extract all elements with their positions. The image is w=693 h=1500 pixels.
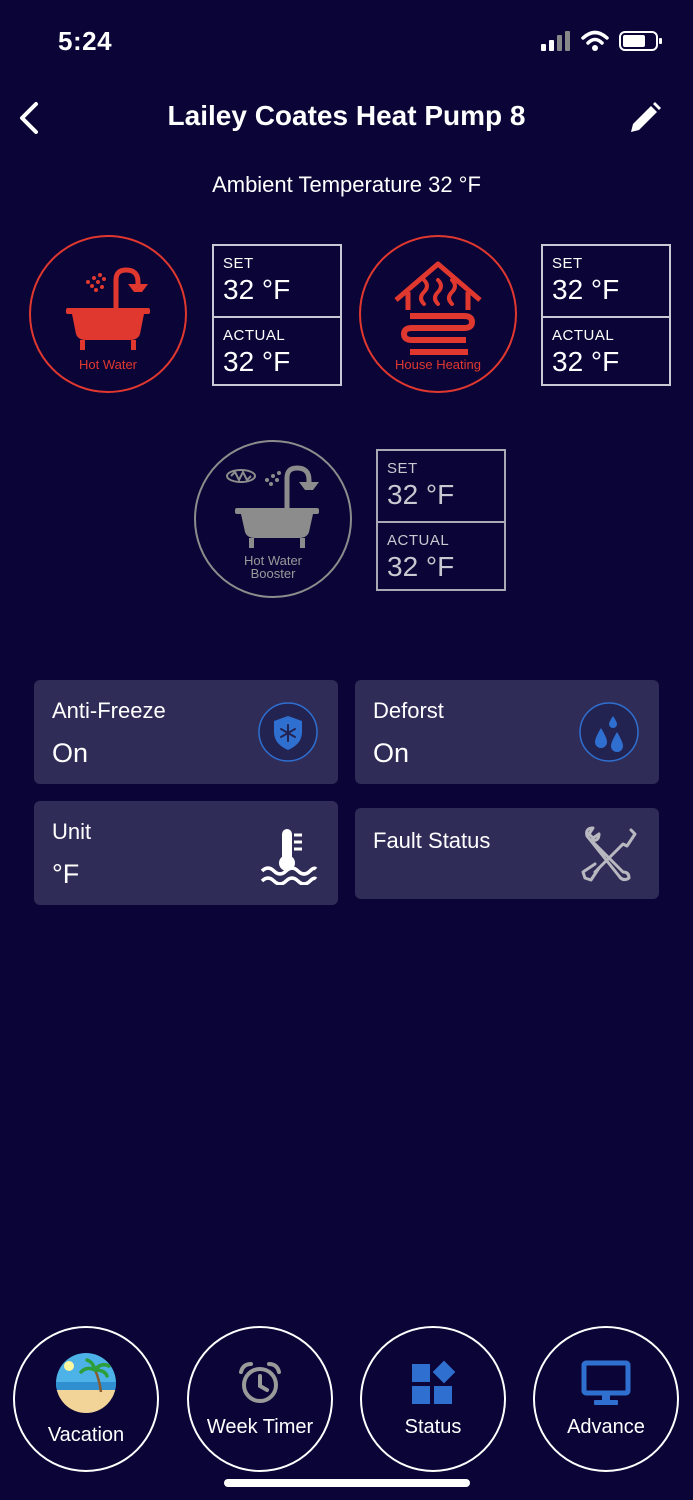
page-title: Lailey Coates Heat Pump 8 [167, 100, 526, 131]
bathtub-shower-icon [66, 266, 150, 350]
hot-water-temp-box: SET 32 °F ACTUAL 32 °F [212, 244, 342, 386]
house-heating-actual-value: 32 °F [552, 346, 620, 377]
house-heating-temp-box: SET 32 °F ACTUAL 32 °F [541, 244, 671, 386]
home-indicator[interactable] [224, 1479, 470, 1487]
vacation-label: Vacation [47, 1423, 125, 1446]
hot-water-booster-label-line2: Booster [250, 566, 296, 581]
wifi-icon [581, 30, 609, 51]
status-label: Status [404, 1415, 462, 1438]
hot-water-set-value: 32 °F [223, 274, 291, 305]
fault-status-card[interactable]: Fault Status [355, 808, 659, 899]
status-icons [541, 30, 663, 52]
bathtub-booster-icon [226, 465, 319, 548]
status-button[interactable]: Status [360, 1326, 506, 1472]
status-time: 5:24 [58, 26, 113, 56]
house-heating-set-value: 32 °F [552, 274, 620, 305]
ambient-temperature: Ambient Temperature 32 °F [212, 172, 481, 197]
hot-water-label: Hot Water [78, 356, 138, 372]
alarm-clock-icon [239, 1361, 281, 1403]
hot-water-booster-set-value: 32 °F [387, 479, 455, 510]
anti-freeze-card[interactable]: Anti-Freeze On [34, 680, 338, 784]
house-heating-mode-button[interactable]: House Heating [359, 235, 517, 393]
monitor-icon [581, 1360, 631, 1405]
actual-caption: ACTUAL [552, 327, 615, 344]
battery-icon [619, 31, 662, 51]
week-timer-button[interactable]: Week Timer [187, 1326, 333, 1472]
week-timer-label: Week Timer [206, 1415, 314, 1438]
set-caption: SET [552, 255, 583, 272]
advance-button[interactable]: Advance [533, 1326, 679, 1472]
actual-caption: ACTUAL [223, 327, 286, 344]
water-drops-icon [579, 702, 639, 762]
snowflake-shield-icon [258, 702, 318, 762]
hot-water-booster-actual-value: 32 °F [387, 551, 455, 582]
unit-card[interactable]: Unit °F [34, 801, 338, 905]
set-caption: SET [223, 255, 254, 272]
hot-water-booster-mode-button[interactable]: Hot Water Booster [194, 440, 352, 598]
vacation-button[interactable]: Vacation [13, 1326, 159, 1472]
hot-water-mode-button[interactable]: Hot Water [29, 235, 187, 393]
hot-water-actual-value: 32 °F [223, 346, 291, 377]
house-heating-label: House Heating [395, 356, 481, 372]
edit-pencil-icon[interactable] [627, 100, 663, 136]
signal-icon [541, 31, 570, 51]
dashboard-blocks-icon [412, 1360, 456, 1404]
set-caption: SET [387, 460, 418, 477]
advance-label: Advance [567, 1415, 645, 1438]
defrost-card[interactable]: Deforst On [355, 680, 659, 784]
tools-icon [581, 826, 637, 882]
thermometer-water-icon [260, 829, 318, 885]
house-heating-icon [394, 261, 482, 355]
actual-caption: ACTUAL [387, 532, 450, 549]
beach-vacation-icon [56, 1352, 116, 1413]
hot-water-booster-temp-box: SET 32 °F ACTUAL 32 °F [376, 449, 506, 591]
